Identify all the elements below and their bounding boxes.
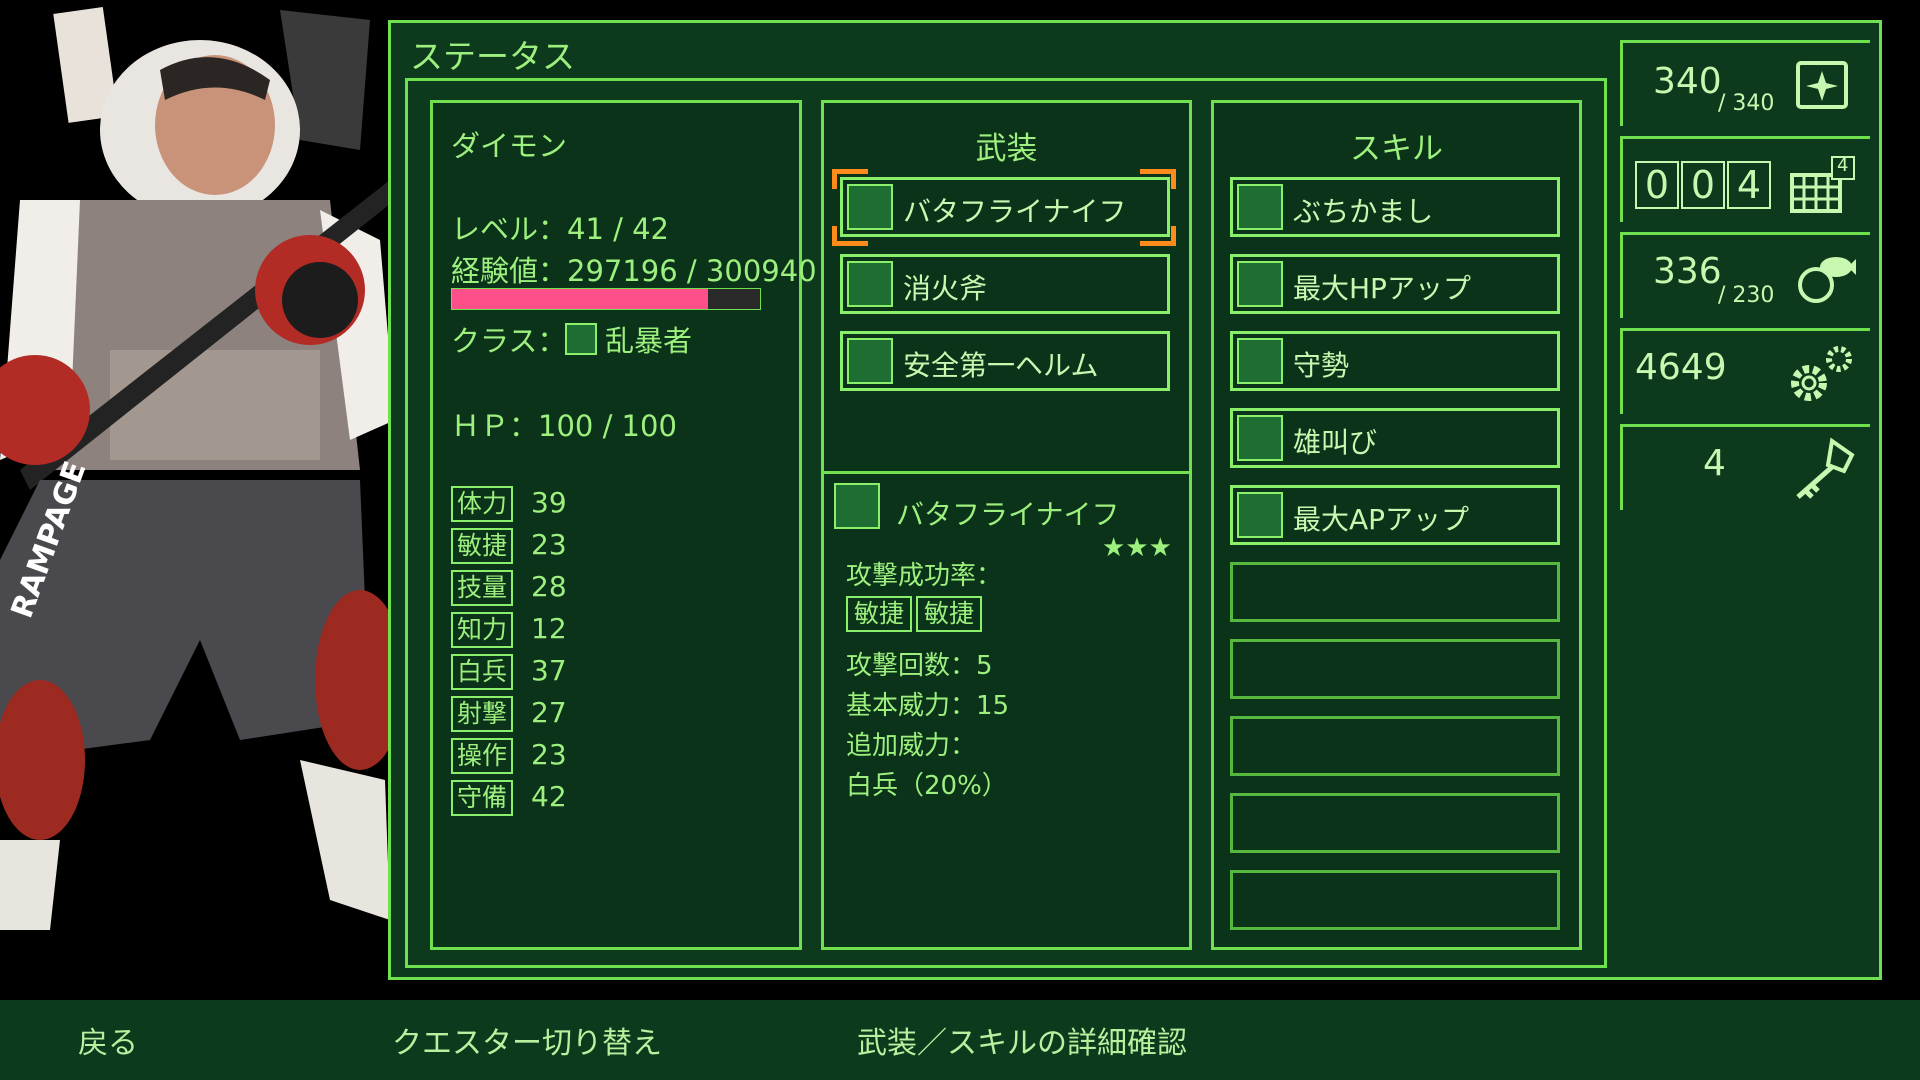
brawler-class-icon (565, 323, 597, 355)
hexagon-icon (1237, 261, 1283, 307)
triangle-icon (1237, 184, 1283, 230)
detail-name: バタフライナイフ (896, 498, 1120, 531)
empty-skill-slot[interactable] (1230, 562, 1560, 622)
keys-card: 4 (1620, 424, 1870, 510)
stat-label: 体力 (451, 486, 513, 522)
attack-count: 攻撃回数：5 (846, 651, 993, 681)
equipment-panel: 武装 バタフライナイフ 消火斧 安全第一ヘルム バタフライナイフ ★★★ 攻撃成… (821, 100, 1192, 950)
stat-value: 27 (531, 696, 567, 729)
food-value: 336 (1653, 251, 1722, 292)
success-label: 攻撃成功率： (846, 561, 1003, 591)
skill-slot-label: 守勢 (1293, 349, 1350, 382)
success-tag: 敏捷 (916, 596, 982, 632)
day-digit: 0 (1635, 161, 1679, 209)
triangle-icon (1237, 415, 1283, 461)
rarity-stars: ★★★ (1102, 533, 1172, 563)
food-card: 336 / 230 (1620, 232, 1870, 318)
stat-label: 白兵 (451, 654, 513, 690)
extra-power-label: 追加威力： (846, 731, 977, 761)
skill-slot[interactable]: 最大HPアップ (1230, 254, 1560, 314)
skill-header: スキル (1350, 131, 1443, 167)
character-portrait: RAMPAGE (0, 0, 395, 1000)
equipment-slot-label: 安全第一ヘルム (903, 349, 1099, 382)
hexagon-icon (1237, 492, 1283, 538)
class-label: クラス： (451, 324, 567, 358)
empty-skill-slot[interactable] (1230, 639, 1560, 699)
stat-value: 23 (531, 738, 567, 771)
key-icon (1796, 437, 1855, 499)
stat-value: 39 (531, 486, 567, 519)
stat-label: 射撃 (451, 696, 513, 732)
day-card: 0 0 4 4 (1620, 136, 1870, 222)
gear-icon (1791, 346, 1852, 401)
stat-value: 23 (531, 528, 567, 561)
exp-bar-fill (452, 289, 708, 309)
equipment-slot-label: 消火斧 (903, 272, 988, 305)
helmet-icon (847, 338, 893, 384)
equipment-slot[interactable]: バタフライナイフ (840, 177, 1170, 237)
stat-label: 敏捷 (451, 528, 513, 564)
stat-label: 操作 (451, 738, 513, 774)
skill-slot-label: 最大APアップ (1293, 503, 1470, 536)
stat-value: 42 (531, 780, 567, 813)
stat-label: 知力 (451, 612, 513, 648)
ap-value: 340 (1653, 61, 1722, 102)
level-text: レベル：41 / 42 (451, 212, 670, 246)
keys-value: 4 (1703, 443, 1726, 484)
day-digit: 0 (1681, 161, 1725, 209)
equipment-slot-label: バタフライナイフ (903, 195, 1127, 228)
empty-skill-slot[interactable] (1230, 793, 1560, 853)
equipment-header: 武装 (975, 131, 1038, 167)
equipment-slot[interactable]: 消火斧 (840, 254, 1170, 314)
equipment-slot[interactable]: 安全第一ヘルム (840, 331, 1170, 391)
hp-text: ＨＰ：100 / 100 (451, 409, 677, 443)
ap-max: / 340 (1718, 91, 1775, 116)
stat-value: 37 (531, 654, 567, 687)
extra-power-value: 白兵（20%） (846, 771, 1008, 801)
stat-value: 12 (531, 612, 567, 645)
stat-value: 28 (531, 570, 567, 603)
selection-cursor-corner (1140, 226, 1176, 246)
stat-label: 守備 (451, 780, 513, 816)
detail-check-button[interactable]: 武装／スキルの詳細確認 (857, 1018, 1187, 1062)
skill-slot[interactable]: 雄叫び (1230, 408, 1560, 468)
skill-slot-label: 最大HPアップ (1293, 272, 1471, 305)
base-power: 基本威力：15 (846, 691, 1010, 721)
day-badge: 4 (1837, 155, 1849, 176)
knife-icon (834, 483, 880, 529)
selection-cursor-corner (832, 169, 868, 189)
skill-panel: スキル ぶちかまし 最大HPアップ 守勢 雄叫び 最大APアップ (1211, 100, 1582, 950)
hexagon-icon (1237, 338, 1283, 384)
character-panel: ダイモン レベル：41 / 42 経験値：297196 / 300940 クラス… (430, 100, 817, 950)
divider (824, 471, 1189, 474)
success-tag: 敏捷 (846, 596, 912, 632)
empty-skill-slot[interactable] (1230, 870, 1560, 930)
ap-card: 340 / 340 (1620, 40, 1870, 126)
class-name: 乱暴者 (605, 324, 693, 358)
selection-cursor-corner (832, 226, 868, 246)
selection-cursor-corner (1140, 169, 1176, 189)
sparkle-icon (1796, 61, 1848, 109)
character-name: ダイモン (451, 129, 568, 163)
food-icon (1798, 257, 1856, 303)
food-max: / 230 (1718, 283, 1775, 308)
skill-slot[interactable]: 最大APアップ (1230, 485, 1560, 545)
skill-slot-label: ぶちかまし (1293, 195, 1434, 228)
stat-label: 技量 (451, 570, 513, 606)
day-digit: 4 (1727, 161, 1771, 209)
parts-card: 4649 (1620, 328, 1870, 414)
window-title: ステータス (410, 37, 575, 76)
empty-skill-slot[interactable] (1230, 716, 1560, 776)
parts-value: 4649 (1635, 347, 1727, 388)
axe-icon (847, 261, 893, 307)
skill-slot-label: 雄叫び (1293, 426, 1378, 459)
knife-icon (847, 184, 893, 230)
exp-bar (451, 288, 761, 310)
skill-slot[interactable]: ぶちかまし (1230, 177, 1560, 237)
skill-slot[interactable]: 守勢 (1230, 331, 1560, 391)
switch-quester-button[interactable]: クエスター切り替え (392, 1018, 662, 1062)
exp-text: 経験値：297196 / 300940 (451, 254, 817, 288)
back-button[interactable]: 戻る (78, 1018, 138, 1062)
